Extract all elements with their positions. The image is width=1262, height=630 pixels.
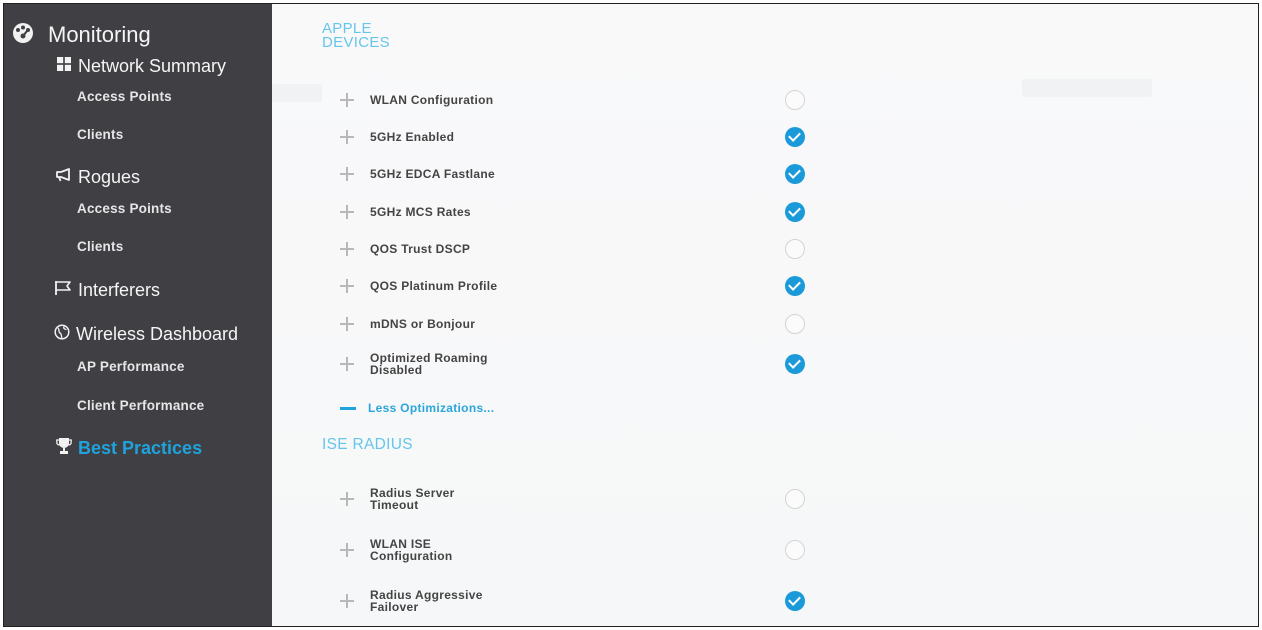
- nav-interferers[interactable]: Interferers: [54, 280, 160, 301]
- minus-icon: [340, 406, 356, 410]
- setting-label: QOS Trust DSCP: [370, 242, 471, 256]
- background-bar: [272, 84, 322, 102]
- expand-plus-icon[interactable]: [340, 279, 354, 293]
- less-optimizations-label: Less Optimizations...: [368, 401, 495, 415]
- expand-plus-icon[interactable]: [340, 317, 354, 331]
- expand-plus-icon[interactable]: [340, 130, 354, 144]
- sidebar: Monitoring Network Summary Access Points…: [4, 4, 272, 626]
- grid-icon: [56, 56, 72, 77]
- setting-row[interactable]: WLAN Configuration: [340, 88, 805, 112]
- unchecked-status-icon: [785, 314, 805, 334]
- setting-row[interactable]: Optimized Roaming Disabled: [340, 351, 805, 377]
- setting-row[interactable]: 5GHz MCS Rates: [340, 200, 805, 224]
- checked-status-icon: [785, 164, 805, 184]
- nav-network-clients[interactable]: Clients: [77, 127, 123, 142]
- nav-wireless-dashboard-label: Wireless Dashboard: [76, 324, 239, 344]
- nav-network-summary[interactable]: Network Summary: [56, 56, 226, 77]
- expand-plus-icon[interactable]: [340, 167, 354, 181]
- nav-rogues-label: Rogues: [78, 167, 141, 187]
- nav-interferers-label: Interferers: [78, 280, 161, 300]
- checked-status-icon: [785, 591, 805, 611]
- less-optimizations-link[interactable]: Less Optimizations...: [340, 401, 494, 415]
- nav-network-summary-label: Network Summary: [78, 56, 227, 76]
- setting-label: 5GHz Enabled: [370, 130, 455, 144]
- app-window: Monitoring Network Summary Access Points…: [3, 3, 1259, 627]
- expand-plus-icon[interactable]: [340, 357, 354, 371]
- dashboard-icon: [12, 22, 34, 49]
- setting-row[interactable]: 5GHz Enabled: [340, 125, 805, 149]
- nav-client-performance[interactable]: Client Performance: [77, 398, 204, 413]
- nav-ap-performance[interactable]: AP Performance: [77, 359, 185, 374]
- setting-row[interactable]: 5GHz EDCA Fastlane: [340, 162, 805, 186]
- expand-plus-icon[interactable]: [340, 205, 354, 219]
- setting-label: WLAN ISE Configuration: [370, 537, 453, 563]
- nav-best-practices-label: Best Practices: [78, 438, 203, 458]
- setting-label: Optimized Roaming Disabled: [370, 351, 488, 377]
- setting-row[interactable]: QOS Trust DSCP: [340, 237, 805, 261]
- expand-plus-icon[interactable]: [340, 594, 354, 608]
- setting-row[interactable]: Radius Server Timeout: [340, 486, 805, 512]
- setting-row[interactable]: WLAN ISE Configuration: [340, 537, 805, 563]
- expand-plus-icon[interactable]: [340, 492, 354, 506]
- checked-status-icon: [785, 354, 805, 374]
- ise-radius-title: ISE RADIUS: [322, 436, 413, 453]
- unchecked-status-icon: [785, 239, 805, 259]
- background-bar: [1022, 79, 1152, 97]
- setting-row[interactable]: mDNS or Bonjour: [340, 312, 805, 336]
- nav-rogues-access-points[interactable]: Access Points: [77, 201, 172, 216]
- setting-label: Radius Server Timeout: [370, 486, 455, 512]
- flag-icon: [54, 280, 72, 301]
- setting-label: WLAN Configuration: [370, 93, 494, 107]
- checked-status-icon: [785, 202, 805, 222]
- setting-label: 5GHz MCS Rates: [370, 205, 471, 219]
- expand-plus-icon[interactable]: [340, 543, 354, 557]
- setting-label: QOS Platinum Profile: [370, 279, 498, 293]
- expand-plus-icon[interactable]: [340, 242, 354, 256]
- nav-rogues[interactable]: Rogues: [54, 167, 140, 188]
- nav-network-access-points[interactable]: Access Points: [77, 89, 172, 104]
- apple-devices-title: APPLE DEVICES: [322, 20, 390, 51]
- setting-row[interactable]: QOS Platinum Profile: [340, 274, 805, 298]
- checked-status-icon: [785, 127, 805, 147]
- setting-label: mDNS or Bonjour: [370, 317, 476, 331]
- unchecked-status-icon: [785, 489, 805, 509]
- globe-icon: [54, 324, 70, 345]
- setting-row[interactable]: Radius Aggressive Failover: [340, 588, 805, 614]
- trophy-icon: [56, 437, 72, 460]
- nav-rogues-clients[interactable]: Clients: [77, 239, 123, 254]
- megaphone-icon: [54, 167, 72, 188]
- nav-monitoring-label: Monitoring: [48, 22, 151, 47]
- expand-plus-icon[interactable]: [340, 93, 354, 107]
- unchecked-status-icon: [785, 90, 805, 110]
- main-content: APPLE DEVICES WLAN Configuration 5GHz Ena…: [272, 4, 1258, 626]
- checked-status-icon: [785, 276, 805, 296]
- setting-label: 5GHz EDCA Fastlane: [370, 167, 495, 181]
- unchecked-status-icon: [785, 540, 805, 560]
- nav-monitoring[interactable]: Monitoring: [12, 18, 151, 52]
- nav-wireless-dashboard[interactable]: Wireless Dashboard: [54, 324, 238, 345]
- nav-best-practices[interactable]: Best Practices: [56, 437, 202, 460]
- setting-label: Radius Aggressive Failover: [370, 588, 483, 614]
